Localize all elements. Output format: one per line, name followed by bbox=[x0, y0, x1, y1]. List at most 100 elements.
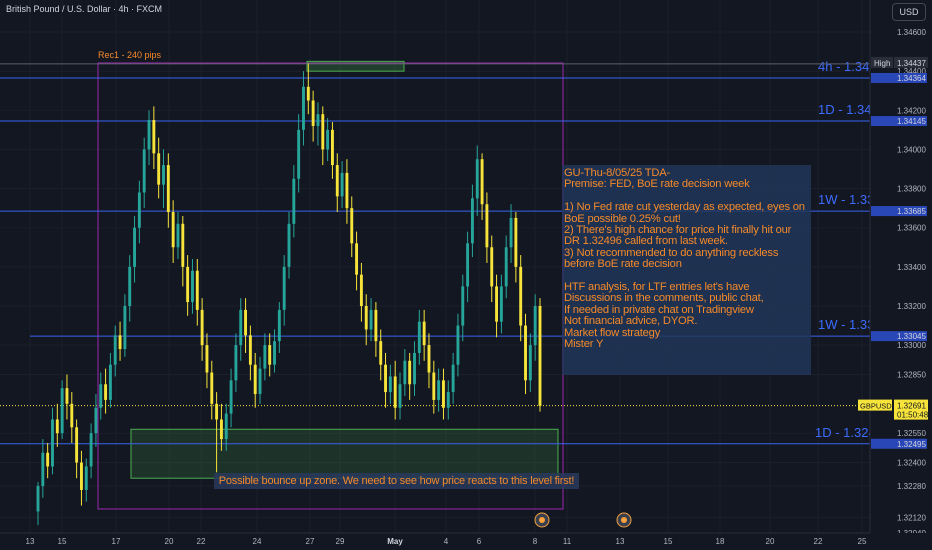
candle-body bbox=[330, 129, 334, 166]
price-tick-label: 1.34600 bbox=[897, 28, 926, 37]
candle-body bbox=[514, 217, 518, 267]
candle-body bbox=[219, 419, 223, 440]
candle-body bbox=[442, 380, 445, 408]
note-line: 3) Not recommended to do anything reckle… bbox=[564, 246, 779, 271]
time-tick-label: 6 bbox=[477, 537, 482, 546]
candle-body bbox=[200, 309, 204, 346]
analysis-note: GU-Thu-8/05/25 TDA- Premise: FED, BoE rat… bbox=[562, 165, 811, 375]
candle-body bbox=[355, 243, 359, 275]
time-tick-label: 20 bbox=[165, 537, 174, 546]
candle-body bbox=[210, 372, 214, 404]
candle-body bbox=[466, 243, 470, 287]
note-line: 2) There's high chance for price hit fin… bbox=[564, 224, 792, 248]
time-tick-label: May bbox=[387, 537, 403, 546]
candle-body bbox=[75, 427, 79, 463]
demand-zone bbox=[130, 428, 559, 479]
candle-body bbox=[104, 384, 108, 400]
candle-body bbox=[70, 403, 74, 428]
candle-body bbox=[258, 368, 262, 395]
candle-body bbox=[79, 462, 83, 490]
time-tick-label: 13 bbox=[26, 537, 35, 546]
candle-body bbox=[142, 149, 146, 193]
time-tick-label: 29 bbox=[336, 537, 345, 546]
candle-body bbox=[369, 309, 373, 330]
symbol-tag: GBPUSD bbox=[860, 402, 892, 411]
time-tick-label: 15 bbox=[58, 537, 67, 546]
level-tag: 1.34145 bbox=[897, 117, 926, 126]
candle-body bbox=[470, 198, 474, 244]
candle-body bbox=[427, 345, 431, 373]
price-tick-label: 1.32400 bbox=[897, 459, 926, 468]
candle-body bbox=[277, 309, 281, 342]
time-axis: 13 15 17 20 22 24 27 29 May 4 6 8 11 13 15 18 20 22 25 bbox=[0, 532, 932, 550]
time-tick-label: 22 bbox=[814, 537, 823, 546]
event-icons bbox=[534, 512, 632, 528]
candle-body bbox=[113, 335, 117, 365]
candle-body bbox=[403, 360, 407, 385]
candle-body bbox=[480, 159, 484, 205]
candle-body bbox=[432, 372, 436, 400]
candle-body bbox=[282, 266, 286, 310]
candle-body bbox=[335, 165, 339, 197]
time-axis-bg bbox=[0, 533, 932, 550]
candle-body bbox=[89, 433, 93, 467]
candle-body bbox=[99, 384, 103, 408]
candle-body bbox=[379, 341, 383, 365]
candle-body bbox=[215, 403, 219, 420]
candle-body bbox=[51, 419, 54, 467]
candle-body bbox=[171, 212, 175, 248]
candle-body bbox=[137, 192, 141, 228]
zones bbox=[130, 60, 559, 479]
high-label: High bbox=[874, 59, 890, 68]
candle-body bbox=[413, 352, 416, 385]
candle-body bbox=[398, 384, 402, 408]
currency-button[interactable]: USD bbox=[892, 3, 926, 21]
candle-body bbox=[499, 286, 503, 322]
candle-body bbox=[229, 380, 233, 414]
candle-body bbox=[451, 364, 455, 393]
candle-body bbox=[519, 266, 523, 326]
bounce-zone-note: Possible bounce up zone. We need to see … bbox=[214, 473, 579, 489]
candle-body bbox=[321, 114, 325, 150]
note-line: Mister Y bbox=[564, 338, 604, 351]
level-tag: 1.32495 bbox=[897, 440, 926, 449]
candle-body bbox=[422, 321, 426, 346]
candle-body bbox=[384, 364, 387, 393]
top-zone bbox=[306, 60, 405, 72]
level-tag: 1.33685 bbox=[897, 207, 926, 216]
candle-body bbox=[133, 227, 136, 267]
price-tick-label: 1.34000 bbox=[897, 145, 926, 154]
time-tick-label: 27 bbox=[306, 537, 315, 546]
candle-body bbox=[108, 364, 112, 400]
event-flag-icon-dot bbox=[621, 517, 627, 523]
candle-body bbox=[46, 452, 50, 467]
note-line: 1) No Fed rate cut yesterday as expected… bbox=[564, 201, 805, 225]
candle-body bbox=[311, 100, 315, 126]
candle-body bbox=[485, 204, 489, 248]
candle-body bbox=[538, 305, 542, 406]
candle-body bbox=[509, 217, 513, 248]
candle-body bbox=[528, 345, 532, 381]
candle-body bbox=[128, 266, 132, 306]
candle-body bbox=[181, 223, 185, 267]
candle-body bbox=[253, 364, 257, 395]
candle-body bbox=[60, 388, 64, 434]
candle-body bbox=[475, 159, 479, 199]
candle-body bbox=[456, 325, 460, 365]
time-tick-label: 11 bbox=[563, 537, 572, 546]
candle-body bbox=[364, 305, 368, 330]
candle-body bbox=[268, 345, 272, 365]
time-tick-label: 25 bbox=[858, 537, 867, 546]
candle-body bbox=[302, 86, 305, 130]
candle-body bbox=[248, 335, 252, 365]
candle-body bbox=[118, 335, 122, 350]
level-tag: 1.34364 bbox=[897, 74, 926, 83]
chart-title: British Pound / U.S. Dollar · 4h · FXCM bbox=[6, 4, 163, 14]
candle-body bbox=[524, 325, 527, 381]
price-tick-label: 1.32280 bbox=[897, 482, 926, 491]
candle-body bbox=[234, 345, 238, 381]
candle-body bbox=[408, 360, 412, 385]
candle-body bbox=[350, 208, 354, 244]
candle-body bbox=[388, 376, 392, 393]
candle-body bbox=[417, 321, 421, 353]
